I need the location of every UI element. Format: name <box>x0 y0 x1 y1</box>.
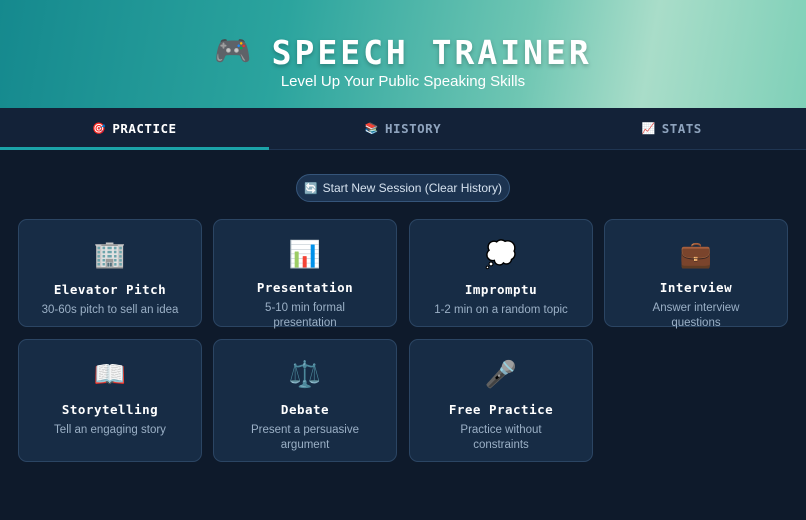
tab-label: PRACTICE <box>112 121 177 136</box>
title-row: 🎮 SPEECH TRAINER <box>0 30 806 74</box>
mode-name: Elevator Pitch <box>53 282 167 297</box>
app-header: 🎮 SPEECH TRAINER Level Up Your Public Sp… <box>0 0 806 108</box>
microphone-icon: 🎤 <box>484 360 518 390</box>
mode-card-impromptu[interactable]: 💭 Impromptu 1-2 min on a random topic <box>409 219 593 327</box>
mode-name: Free Practice <box>448 402 554 417</box>
mode-description: 1-2 min on a random topic <box>434 304 568 316</box>
mode-description: Answer interview questions <box>652 302 740 329</box>
tab-practice[interactable]: 🎯 PRACTICE <box>0 108 269 150</box>
refresh-icon: 🔄 <box>303 182 318 195</box>
mode-card-interview[interactable]: 💼 Interview Answer interview questions <box>604 219 788 329</box>
office-building-icon: 🏢 <box>93 240 127 270</box>
briefcase-icon: 💼 <box>679 240 713 270</box>
open-book-icon: 📖 <box>93 360 127 390</box>
target-icon: 🎯 <box>92 122 107 135</box>
thought-bubble-icon: 💭 <box>484 240 518 270</box>
mode-description: Tell an engaging story <box>54 424 166 436</box>
bar-chart-icon: 📊 <box>288 240 322 270</box>
scales-icon: ⚖️ <box>288 360 322 390</box>
app-title: SPEECH TRAINER <box>271 32 592 72</box>
mode-description: Present a persuasive argument <box>250 424 360 451</box>
chart-icon: 📈 <box>641 122 656 135</box>
mode-name: Debate <box>280 402 330 417</box>
mode-card-free-practice[interactable]: 🎤 Free Practice Practice without constra… <box>409 339 593 462</box>
tab-label: HISTORY <box>385 121 442 136</box>
mode-card-elevator-pitch[interactable]: 🏢 Elevator Pitch 30-60s pitch to sell an… <box>18 219 202 327</box>
app-subtitle: Level Up Your Public Speaking Skills <box>280 73 526 90</box>
tab-stats[interactable]: 📈 STATS <box>537 108 806 149</box>
mode-name: Storytelling <box>61 402 159 417</box>
books-icon: 📚 <box>364 122 380 135</box>
mode-description: 30-60s pitch to sell an idea <box>41 304 179 316</box>
mode-card-debate[interactable]: ⚖️ Debate Present a persuasive argument <box>213 339 397 462</box>
mode-description: Practice without constraints <box>460 424 542 451</box>
mode-name: Impromptu <box>464 282 538 297</box>
new-session-button[interactable]: 🔄 Start New Session (Clear History) <box>296 174 510 202</box>
tab-bar: 🎯 PRACTICE 📚 HISTORY 📈 STATS <box>0 108 806 150</box>
new-session-label: Start New Session (Clear History) <box>322 181 503 195</box>
mode-name: Interview <box>659 280 733 295</box>
mode-card-presentation[interactable]: 📊 Presentation 5-10 min formal presentat… <box>213 219 397 329</box>
tab-label: STATS <box>661 121 702 136</box>
mode-card-storytelling[interactable]: 📖 Storytelling Tell an engaging story <box>18 339 202 462</box>
mode-description: 5-10 min formal presentation <box>265 302 345 329</box>
game-controller-icon: 🎮 <box>214 34 252 69</box>
mode-name: Presentation <box>256 280 354 295</box>
tab-history[interactable]: 📚 HISTORY <box>269 108 538 149</box>
